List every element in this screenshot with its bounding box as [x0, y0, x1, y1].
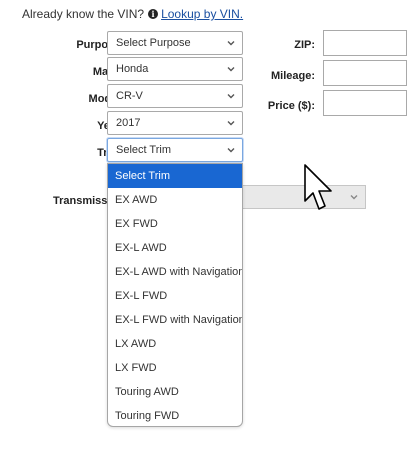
- trim-option[interactable]: Touring AWD: [108, 380, 242, 404]
- trim-select-value: Select Trim: [116, 144, 172, 156]
- trim-dropdown-list[interactable]: Select Trim EX AWD EX FWD EX-L AWD EX-L …: [107, 163, 243, 427]
- mileage-input[interactable]: [323, 60, 407, 86]
- trim-option[interactable]: Select Trim: [108, 164, 242, 188]
- trim-option[interactable]: LX FWD: [108, 356, 242, 380]
- trim-option[interactable]: EX-L FWD: [108, 284, 242, 308]
- trim-option[interactable]: EX AWD: [108, 188, 242, 212]
- chevron-down-icon: [227, 67, 235, 72]
- vin-prompt-text: Already know the VIN?: [22, 7, 145, 21]
- trim-option[interactable]: Touring FWD: [108, 404, 242, 426]
- transmission-label: Transmission:: [53, 195, 109, 207]
- lookup-by-vin-link[interactable]: Lookup by VIN.: [161, 7, 243, 21]
- mouse-cursor-icon: [304, 164, 332, 210]
- purpose-select-value: Select Purpose: [116, 37, 191, 49]
- purpose-select[interactable]: Select Purpose: [107, 31, 243, 55]
- price-input[interactable]: [323, 90, 407, 116]
- trim-option[interactable]: EX FWD: [108, 212, 242, 236]
- zip-input[interactable]: [323, 30, 407, 56]
- trim-option[interactable]: LX AWD: [108, 332, 242, 356]
- make-select-value: Honda: [116, 63, 149, 75]
- chevron-down-icon: [350, 195, 358, 200]
- make-select[interactable]: Honda: [107, 57, 243, 81]
- trim-option[interactable]: EX-L AWD with Navigation: [108, 260, 242, 284]
- mileage-label: Mileage:: [270, 70, 315, 82]
- year-select-value: 2017: [116, 117, 141, 129]
- trim-option[interactable]: EX-L AWD: [108, 236, 242, 260]
- trim-option[interactable]: EX-L FWD with Navigation: [108, 308, 242, 332]
- trim-select[interactable]: Select Trim: [107, 138, 243, 162]
- model-select[interactable]: CR-V: [107, 84, 243, 108]
- info-icon: i: [148, 9, 159, 19]
- chevron-down-icon: [227, 148, 235, 153]
- model-select-value: CR-V: [116, 90, 143, 102]
- chevron-down-icon: [227, 121, 235, 126]
- year-select[interactable]: 2017: [107, 111, 243, 135]
- chevron-down-icon: [227, 41, 235, 46]
- chevron-down-icon: [227, 94, 235, 99]
- zip-label: ZIP:: [294, 39, 315, 51]
- price-label: Price ($):: [267, 100, 315, 112]
- vin-prompt: Already know the VIN? i Lookup by VIN.: [22, 7, 243, 21]
